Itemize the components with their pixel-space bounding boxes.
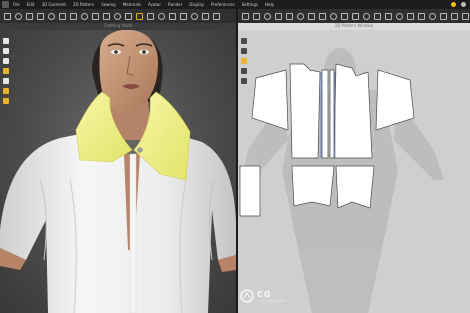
notch-icon[interactable] xyxy=(407,12,414,20)
menu-file[interactable]: File xyxy=(13,2,20,7)
measure-tool-icon[interactable] xyxy=(59,12,66,20)
viewport-3d-title: Clothing Mode xyxy=(0,23,236,30)
watermark-subtext: www.cgmodel.com xyxy=(257,298,286,303)
free-sewing-icon[interactable] xyxy=(363,12,370,20)
pattern-grid-icon[interactable] xyxy=(241,68,247,74)
topstitch-icon[interactable] xyxy=(180,12,187,20)
menu-help[interactable]: Help xyxy=(265,2,274,7)
button-tool-icon[interactable] xyxy=(169,12,176,20)
menu-avatar[interactable]: Avatar xyxy=(148,2,161,7)
pin-tool-icon[interactable] xyxy=(37,12,44,20)
pattern-sync-icon[interactable] xyxy=(241,78,247,84)
menu-display[interactable]: Display xyxy=(189,2,204,7)
circle-icon[interactable] xyxy=(297,12,304,20)
pattern-back[interactable] xyxy=(333,63,373,159)
viewport-3d-sidebar xyxy=(0,30,12,104)
zoom-icon[interactable] xyxy=(3,38,9,44)
app-logo[interactable] xyxy=(2,1,9,8)
pattern-collar-right[interactable] xyxy=(335,165,375,209)
pattern-sleeve-left[interactable] xyxy=(251,69,289,131)
viewport-2d[interactable] xyxy=(238,30,470,313)
pattern-cuff[interactable] xyxy=(239,165,261,217)
pattern-canvas xyxy=(239,48,444,313)
toolbar-2d xyxy=(238,9,470,23)
viewport-2d-title: 2D Pattern Window xyxy=(238,23,470,30)
watermark-text: CG xyxy=(257,289,272,299)
avatar-toggle-icon[interactable] xyxy=(81,12,88,20)
segment-sewing-icon[interactable] xyxy=(352,12,359,20)
move-tool-icon[interactable] xyxy=(15,12,22,20)
grid-icon[interactable] xyxy=(462,12,469,20)
pattern-zoom-icon[interactable] xyxy=(241,38,247,44)
avatar-render xyxy=(0,30,236,313)
zoom-icon[interactable] xyxy=(429,12,436,20)
shirt-button[interactable] xyxy=(137,147,143,153)
shirt-placket xyxy=(129,153,137,313)
pattern-view-icon[interactable] xyxy=(241,48,247,54)
fold-tool-icon[interactable] xyxy=(26,12,33,20)
rectangle-icon[interactable] xyxy=(286,12,293,20)
layer-icon[interactable] xyxy=(213,12,220,20)
tack-tool-icon[interactable] xyxy=(48,12,55,20)
watermark-logo xyxy=(240,289,254,303)
dart-icon[interactable] xyxy=(319,12,326,20)
simulation-icon[interactable] xyxy=(136,12,143,20)
record-icon[interactable] xyxy=(451,2,456,7)
texture-view-icon[interactable] xyxy=(3,78,9,84)
arrangement-icon[interactable] xyxy=(125,12,132,20)
show-avatar-icon[interactable] xyxy=(3,48,9,54)
polygon-icon[interactable] xyxy=(275,12,282,20)
fabric-icon[interactable] xyxy=(147,12,154,20)
menu-sewing[interactable]: Sewing xyxy=(101,2,115,7)
viewport-3d[interactable] xyxy=(0,30,236,313)
menu-render[interactable]: Render xyxy=(168,2,182,7)
show-garment-icon[interactable] xyxy=(3,58,9,64)
simulation-toggle-icon[interactable] xyxy=(3,68,9,74)
menu-edit[interactable]: Edit xyxy=(27,2,35,7)
menu-materials[interactable]: Materials xyxy=(123,2,141,7)
check-sewing-icon[interactable] xyxy=(374,12,381,20)
pattern-placket-left[interactable] xyxy=(321,69,329,159)
menu-settings[interactable]: Settings xyxy=(242,2,258,7)
fold-pattern-icon[interactable] xyxy=(330,12,337,20)
seam-allowance-icon[interactable] xyxy=(385,12,392,20)
pan-icon[interactable] xyxy=(440,12,447,20)
internal-line-icon[interactable] xyxy=(308,12,315,20)
camera-icon[interactable] xyxy=(114,12,121,20)
toolbar-3d xyxy=(0,9,236,23)
menu-bar: File Edit 3D Garment 2D Pattern Sewing M… xyxy=(0,0,470,9)
pattern-layer-icon[interactable] xyxy=(241,58,247,64)
texture-tool-icon[interactable] xyxy=(92,12,99,20)
pattern-collar-left[interactable] xyxy=(291,165,335,207)
ruler-icon[interactable] xyxy=(418,12,425,20)
viewport-2d-sidebar xyxy=(238,30,250,84)
grain-icon[interactable] xyxy=(396,12,403,20)
trace-icon[interactable] xyxy=(341,12,348,20)
snapshot-icon[interactable] xyxy=(103,12,110,20)
render-icon[interactable] xyxy=(3,98,9,104)
pattern-placket-right[interactable] xyxy=(329,69,335,159)
trim-icon[interactable] xyxy=(191,12,198,20)
menu-preferences[interactable]: Preferences xyxy=(211,2,235,7)
zipper-icon[interactable] xyxy=(158,12,165,20)
lighting-icon[interactable] xyxy=(3,88,9,94)
pattern-front-left[interactable] xyxy=(289,63,321,159)
watermark: CG www.cgmodel.com xyxy=(240,286,330,306)
edit-curve-icon[interactable] xyxy=(264,12,271,20)
select-tool-icon[interactable] xyxy=(4,12,11,20)
strain-map-icon[interactable] xyxy=(70,12,77,20)
edit-pattern-icon[interactable] xyxy=(253,12,260,20)
menu-3d-garment[interactable]: 3D Garment xyxy=(41,2,65,7)
settings-icon[interactable] xyxy=(461,2,466,7)
transform-pattern-icon[interactable] xyxy=(242,12,249,20)
fit-view-icon[interactable] xyxy=(451,12,458,20)
graphic-icon[interactable] xyxy=(202,12,209,20)
menu-2d-pattern[interactable]: 2D Pattern xyxy=(73,2,94,7)
